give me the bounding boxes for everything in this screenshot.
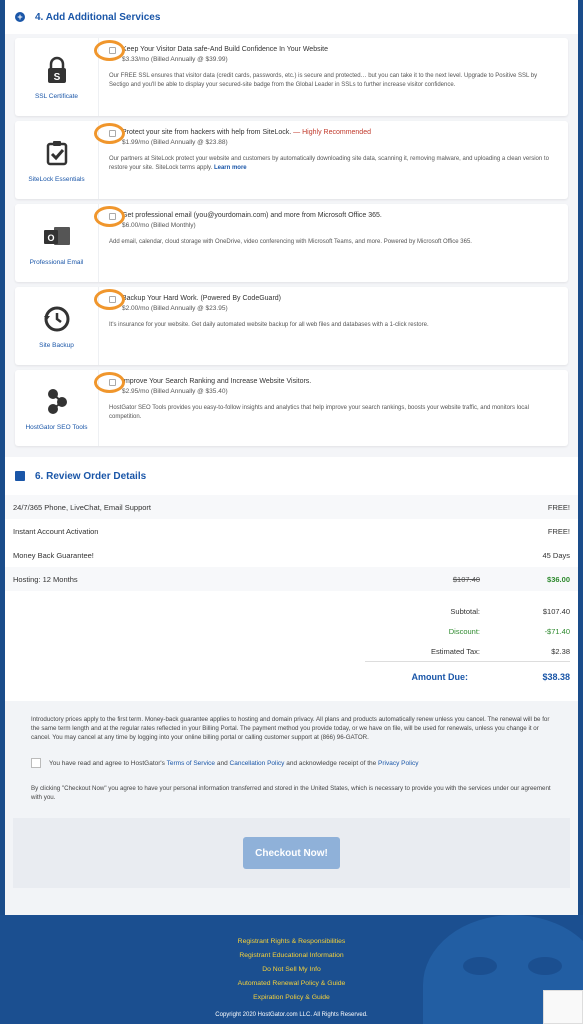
services-list: S SSL Certificate Keep Your Visitor Data… (5, 34, 578, 457)
cancellation-policy-link[interactable]: Cancellation Policy (230, 760, 285, 767)
service-name: Site Backup (39, 341, 74, 349)
review-section-header: 6. Review Order Details (5, 457, 578, 495)
footer-link[interactable]: Automated Renewal Policy & Guide (0, 977, 583, 991)
service-description: Our partners at SiteLock protect your we… (109, 156, 549, 171)
footer-link[interactable]: Expiration Policy & Guide (0, 991, 583, 1005)
service-description: Our FREE SSL ensures that visitor data (… (109, 73, 538, 88)
order-row: 24/7/365 Phone, LiveChat, Email Support … (5, 495, 578, 519)
svg-text:O: O (47, 233, 54, 243)
service-name: HostGator SEO Tools (25, 423, 88, 431)
service-title: Protect your site from hackers with help… (122, 129, 292, 136)
order-row-label: 24/7/365 Phone, LiveChat, Email Support (13, 502, 152, 512)
legal-notice: Introductory prices apply to the first t… (5, 701, 578, 802)
privacy-policy-link[interactable]: Privacy Policy (378, 760, 418, 767)
outlook-icon: O (43, 226, 70, 245)
order-row-value: 45 Days (542, 550, 570, 560)
service-card-backup: Site Backup Backup Your Hard Work. (Powe… (15, 287, 568, 365)
service-title: Backup Your Hard Work. (Powered By CodeG… (122, 295, 282, 302)
annotation-circle (94, 206, 125, 227)
footer-links: Registrant Rights & Responsibilities Reg… (0, 935, 583, 1005)
seo-tools-icon (47, 388, 67, 414)
review-section-title: 6. Review Order Details (35, 470, 147, 482)
service-card-sitelock: SiteLock Essentials Protect your site fr… (15, 121, 568, 199)
service-price: $2.00/mo (Billed Annually @ $23.95) (122, 305, 228, 312)
recaptcha-badge[interactable] (543, 990, 583, 1024)
footer-link[interactable]: Registrant Educational Information (0, 949, 583, 963)
annotation-circle (94, 372, 125, 393)
services-section-title: 4. Add Additional Services (35, 11, 161, 23)
order-row: Money Back Guarantee! 45 Days (5, 543, 578, 567)
service-name: SiteLock Essentials (28, 175, 85, 183)
hosting-row: Hosting: 12 Months $107.40 $36.00 (5, 567, 578, 591)
annotation-circle (94, 40, 125, 61)
order-totals: Subtotal: $107.40 Discount: -$71.40 Esti… (5, 591, 578, 701)
annotation-circle (94, 123, 125, 144)
document-icon (15, 471, 25, 481)
service-title: Keep Your Visitor Data safe-And Build Co… (122, 46, 328, 53)
footer-link[interactable]: Do Not Sell My Info (0, 963, 583, 977)
agree-text: You have read and agree to HostGator's (49, 759, 165, 767)
amount-due-value: $38.38 (542, 671, 570, 682)
shield-check-icon (46, 140, 67, 165)
order-row-label: Instant Account Activation (13, 526, 99, 536)
order-details: 24/7/365 Phone, LiveChat, Email Support … (5, 495, 578, 701)
backup-clock-icon (43, 306, 69, 331)
svg-text:S: S (53, 72, 60, 83)
hosting-price: $36.00 (547, 574, 570, 584)
footer-link[interactable]: Registrant Rights & Responsibilities (0, 935, 583, 949)
service-name: SSL Certificate (34, 92, 79, 100)
service-card-ssl: S SSL Certificate Keep Your Visitor Data… (15, 38, 568, 116)
learn-more-link[interactable]: Learn more (214, 165, 247, 171)
ssl-lock-icon: S (47, 56, 66, 83)
tax-value: $2.38 (551, 646, 570, 656)
subtotal-value: $107.40 (542, 606, 570, 616)
service-description: It's insurance for your website. Get dai… (109, 322, 429, 328)
subtotal-label: Subtotal: (450, 606, 480, 616)
plus-circle-icon: + (15, 12, 25, 22)
agree-ack: and acknowledge receipt of the (286, 759, 377, 767)
agreement-row: You have read and agree to HostGator's T… (31, 758, 552, 768)
amount-due-label: Amount Due: (411, 671, 469, 682)
data-transfer-notice: By clicking "Checkout Now" you agree to … (31, 785, 551, 801)
service-description: Add email, calendar, cloud storage with … (109, 239, 472, 245)
copyright: Copyright 2020 HostGator.com LLC. All Ri… (215, 1012, 368, 1018)
service-card-email: O Professional Email Get professional em… (15, 204, 568, 282)
services-section-header: + 4. Add Additional Services (5, 0, 578, 34)
agree-and: and (216, 759, 228, 767)
order-row-value: FREE! (547, 526, 570, 536)
order-row: Instant Account Activation FREE! (5, 519, 578, 543)
service-title: Improve Your Search Ranking and Increase… (122, 378, 312, 385)
tax-label: Estimated Tax: (430, 646, 480, 656)
service-price: $2.95/mo (Billed Annually @ $35.40) (122, 388, 228, 395)
service-description: HostGator SEO Tools provides you easy-to… (109, 405, 529, 420)
checkout-page: + 4. Add Additional Services S SSL Certi… (5, 0, 578, 915)
service-title: Get professional email (you@yourdomain.c… (122, 212, 382, 219)
renewal-terms: Introductory prices apply to the first t… (31, 716, 550, 741)
recommended-label: — Highly Recommended (291, 129, 371, 136)
checkout-area: Checkout Now! (13, 818, 570, 888)
hosting-label: Hosting: 12 Months (13, 574, 78, 584)
service-price: $6.00/mo (Billed Monthly) (122, 222, 196, 229)
terms-of-service-link[interactable]: Terms of Service (167, 760, 215, 767)
footer: Registrant Rights & Responsibilities Reg… (0, 915, 583, 1024)
agree-checkbox[interactable] (31, 758, 41, 768)
order-row-label: Money Back Guarantee! (13, 550, 94, 560)
service-name: Professional Email (29, 258, 84, 266)
hosting-original-price: $107.40 (452, 574, 480, 584)
discount-value: -$71.40 (544, 626, 570, 636)
order-row-value: FREE! (547, 502, 570, 512)
checkout-button[interactable]: Checkout Now! (243, 837, 340, 869)
discount-label: Discount: (448, 626, 480, 636)
service-card-seo: HostGator SEO Tools Improve Your Search … (15, 370, 568, 446)
service-price: $1.99/mo (Billed Annually @ $23.88) (122, 139, 228, 146)
service-price: $3.33/mo (Billed Annually @ $39.99) (122, 56, 228, 63)
annotation-circle (94, 289, 125, 310)
